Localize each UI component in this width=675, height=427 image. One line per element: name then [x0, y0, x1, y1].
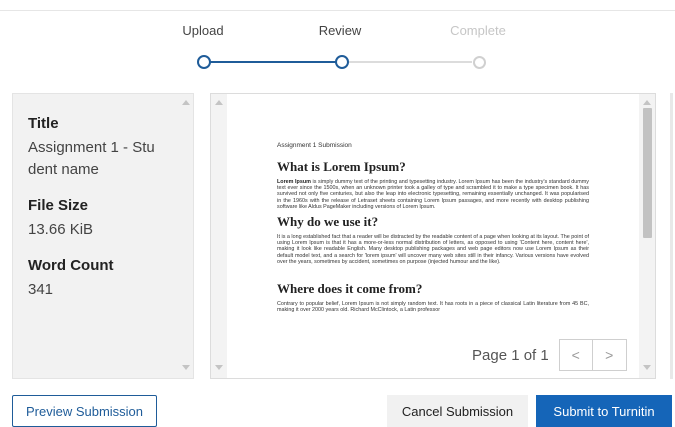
word-count-value: 341 — [28, 281, 54, 298]
document-paragraph-2: It is a long established fact that a rea… — [277, 234, 589, 265]
document-header: Assignment 1 Submission — [277, 142, 352, 149]
submission-info-panel: Title Assignment 1 - Student name File S… — [12, 93, 194, 379]
preview-submission-button[interactable]: Preview Submission — [12, 395, 157, 427]
file-size-value: 13.66 KiB — [28, 221, 94, 238]
scroll-up-icon[interactable] — [643, 100, 651, 105]
document-heading-1: What is Lorem Ipsum? — [277, 159, 406, 174]
document-heading-3: Where does it come from? — [277, 281, 423, 297]
word-count-label: Word Count — [28, 257, 114, 274]
step-label-upload: Upload — [182, 23, 224, 38]
chevron-right-icon: > — [605, 347, 614, 363]
step-marker-review — [335, 55, 349, 69]
document-preview: Assignment 1 Submission What is Lorem Ip… — [210, 93, 656, 379]
step-label-complete: Complete — [450, 23, 506, 38]
step-marker-complete — [473, 56, 486, 69]
title-label: Title — [28, 115, 59, 132]
step-label-review: Review — [318, 23, 362, 38]
chevron-left-icon: < — [571, 347, 580, 363]
page-indicator: Page 1 of 1 — [470, 346, 551, 364]
document-page: Assignment 1 Submission What is Lorem Ip… — [227, 94, 639, 378]
step-connector-done — [210, 61, 337, 63]
document-heading-2: Why do we use it? — [277, 214, 379, 230]
title-value: Assignment 1 - Student name — [28, 139, 155, 178]
top-divider — [0, 10, 675, 11]
scroll-up-icon[interactable] — [215, 100, 223, 105]
next-page-button[interactable]: > — [592, 339, 627, 371]
document-content: Assignment 1 Submission What is Lorem Ip… — [277, 142, 589, 317]
previous-page-button[interactable]: < — [558, 339, 593, 371]
scroll-up-icon[interactable] — [182, 100, 190, 105]
right-edge-divider — [670, 93, 673, 379]
cancel-submission-button[interactable]: Cancel Submission — [387, 395, 528, 427]
scroll-down-icon[interactable] — [182, 365, 190, 370]
scroll-down-icon[interactable] — [643, 365, 651, 370]
submission-info-list: Title Assignment 1 - Student name File S… — [28, 114, 163, 316]
preview-left-scrollbar[interactable] — [211, 94, 227, 378]
step-connector-todo — [348, 61, 472, 63]
document-paragraph-1: Lorem Ipsum is simply dummy text of the … — [277, 179, 589, 210]
page-navigator: Page 1 of 1 < > — [470, 339, 627, 371]
document-paragraph-1-text: is simply dummy text of the printing and… — [277, 179, 589, 210]
submit-to-turnitin-button[interactable]: Submit to Turnitin — [536, 395, 672, 427]
preview-right-scrollbar[interactable] — [639, 94, 655, 378]
scroll-down-icon[interactable] — [215, 365, 223, 370]
scrollbar-thumb[interactable] — [643, 108, 652, 238]
info-scrollbar[interactable] — [179, 94, 193, 378]
file-size-label: File Size — [28, 197, 89, 214]
step-marker-upload — [197, 55, 211, 69]
document-paragraph-3: Contrary to popular belief, Lorem Ipsum … — [277, 301, 589, 314]
document-bold-term: Lorem Ipsum — [277, 179, 311, 185]
